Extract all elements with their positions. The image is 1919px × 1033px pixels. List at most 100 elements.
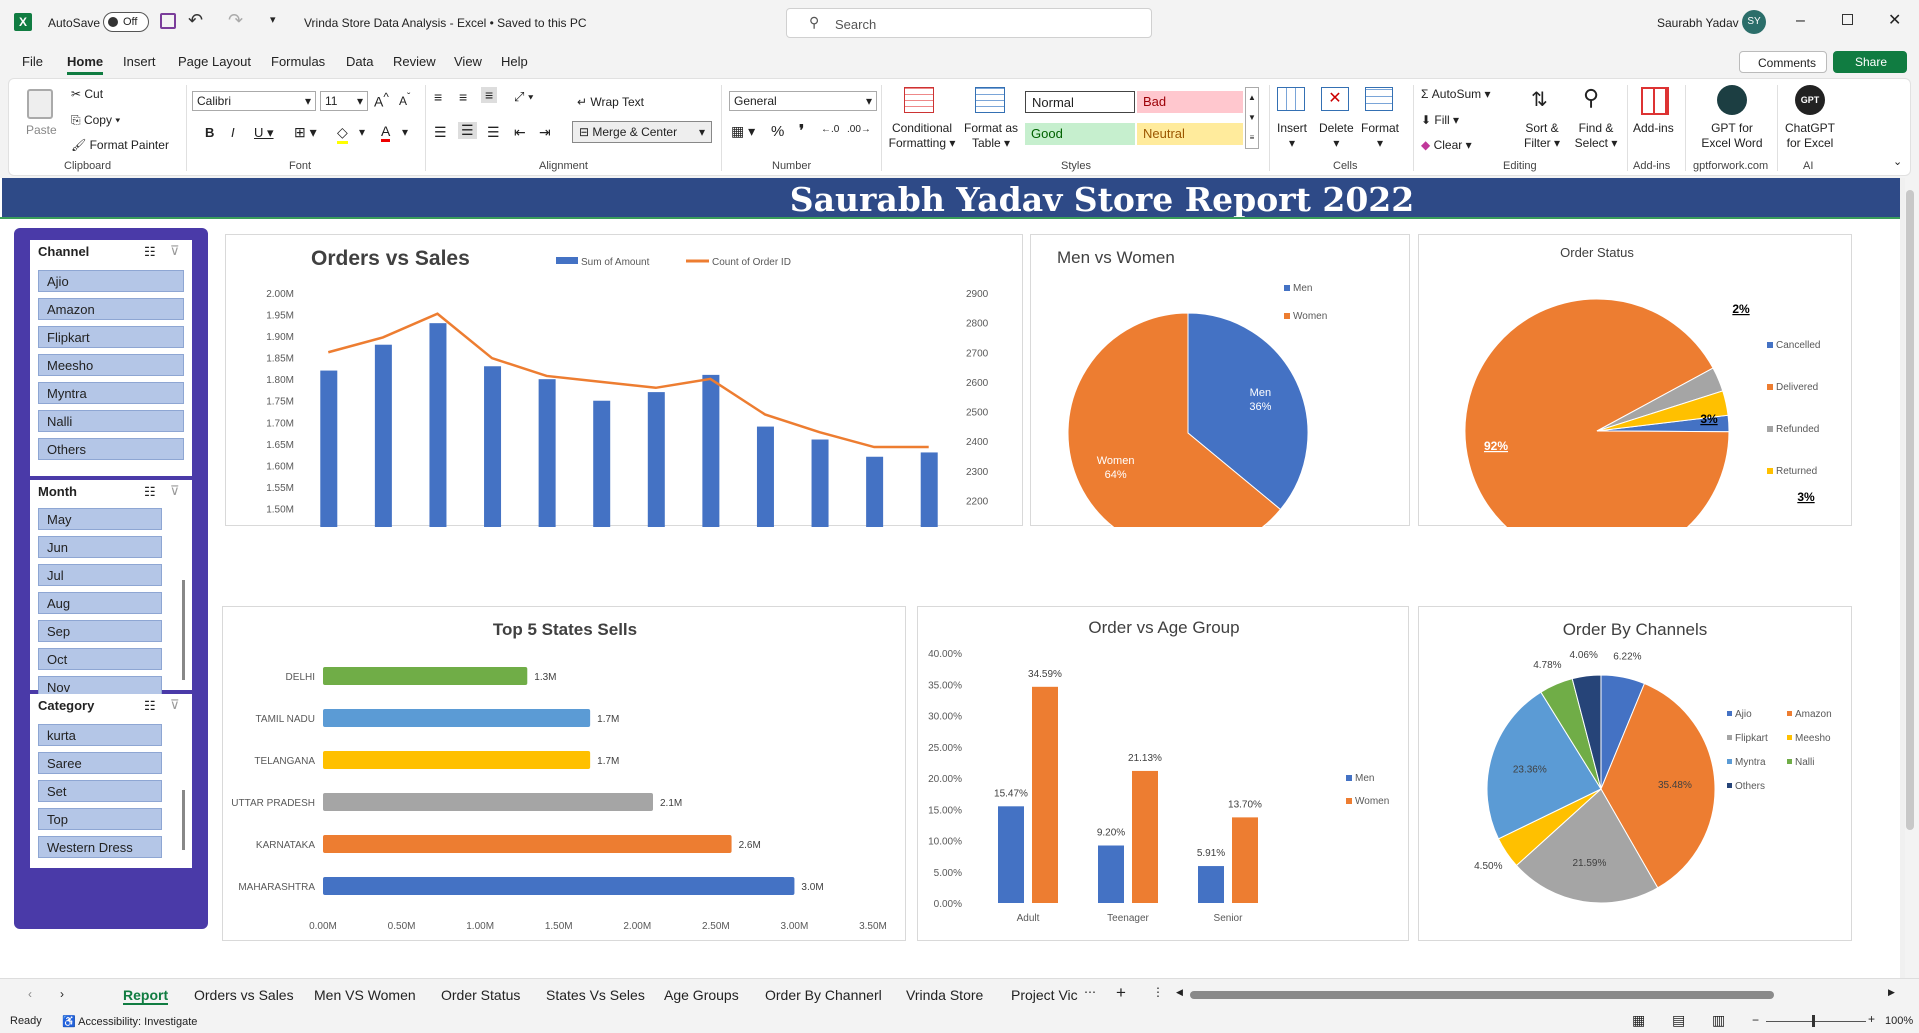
- increase-indent-icon[interactable]: ⇥: [539, 124, 551, 141]
- align-top-icon[interactable]: ≡: [434, 89, 442, 105]
- slicer-category-scrollbar[interactable]: [182, 790, 185, 850]
- sheet-tab-states-vs-seles[interactable]: States Vs Seles: [546, 987, 645, 1003]
- chart-order-status[interactable]: Order Status 2% 92% 3% 3% Cancelled Delivered R…: [1418, 234, 1852, 564]
- slicer-item-nov[interactable]: Nov: [38, 676, 162, 696]
- more-sheets-icon[interactable]: ⋯: [1084, 985, 1096, 999]
- redo-icon[interactable]: ↷: [228, 10, 243, 31]
- avatar[interactable]: SY: [1742, 10, 1766, 34]
- hscroll-right-icon[interactable]: ▶: [1888, 987, 1895, 998]
- slicer-item-nalli[interactable]: Nalli: [38, 410, 184, 432]
- currency-icon[interactable]: ▦ ▾: [731, 123, 755, 140]
- slicer-item-flipkart[interactable]: Flipkart: [38, 326, 184, 348]
- prev-sheet-icon[interactable]: ‹: [28, 987, 32, 1001]
- tab-review[interactable]: Review: [393, 54, 436, 69]
- close-icon[interactable]: ✕: [1888, 10, 1901, 30]
- format-painter-button[interactable]: 🖌 Format Painter: [71, 138, 169, 152]
- slicer-item-jul[interactable]: Jul: [38, 564, 162, 586]
- slicer-item-may[interactable]: May: [38, 508, 162, 530]
- slicer-item-oct[interactable]: Oct: [38, 648, 162, 670]
- zoom-level[interactable]: 100%: [1885, 1015, 1913, 1027]
- format-as-table-icon[interactable]: [975, 87, 1005, 113]
- sheet-tab-vrinda-store[interactable]: Vrinda Store: [906, 987, 983, 1003]
- normal-view-icon[interactable]: ▦: [1632, 1012, 1645, 1029]
- align-left-icon[interactable]: ☰: [434, 124, 447, 141]
- conditional-formatting-button[interactable]: Conditional Formatting ▾: [887, 121, 957, 151]
- sheet-tab-report[interactable]: Report: [123, 987, 169, 1005]
- insert-cells-icon[interactable]: [1277, 87, 1305, 111]
- slicer-item-western-dress[interactable]: Western Dress: [38, 836, 162, 858]
- decrease-font-icon[interactable]: Aˇ: [399, 92, 410, 108]
- sheet-tab-order-status[interactable]: Order Status: [441, 987, 520, 1003]
- tab-view[interactable]: View: [454, 54, 482, 69]
- format-as-table-button[interactable]: Format as Table ▾: [961, 121, 1021, 151]
- sheet-tab-project-vic[interactable]: Project Vic: [1011, 987, 1078, 1003]
- slicer-item-sep[interactable]: Sep: [38, 620, 162, 642]
- align-middle-icon[interactable]: ≡: [459, 89, 467, 105]
- slicer-item-set[interactable]: Set: [38, 780, 162, 802]
- sort-filter-icon[interactable]: ⇅: [1531, 87, 1548, 112]
- underline-icon[interactable]: U ▾: [254, 125, 274, 141]
- restore-icon[interactable]: [1842, 14, 1853, 25]
- align-bottom-icon[interactable]: ≡: [481, 87, 498, 103]
- chatgpt-button[interactable]: ChatGPT for Excel: [1781, 121, 1839, 151]
- delete-cells-button[interactable]: Delete ▾: [1319, 121, 1354, 151]
- fill-button[interactable]: ⬇ Fill ▾: [1421, 113, 1459, 127]
- chatgpt-icon[interactable]: GPT: [1795, 85, 1825, 115]
- customize-qat-icon[interactable]: ▾: [270, 13, 276, 26]
- hscroll-thumb[interactable]: [1190, 991, 1774, 999]
- paste-button[interactable]: Paste: [26, 123, 57, 137]
- tab-home[interactable]: Home: [67, 54, 104, 75]
- merge-center-button[interactable]: ⊟ Merge & Center ▾: [572, 121, 712, 143]
- page-break-view-icon[interactable]: ▥: [1712, 1012, 1725, 1029]
- sheet-options-icon[interactable]: ⋮: [1152, 985, 1164, 999]
- orientation-icon[interactable]: ⤢ ▾: [514, 89, 533, 105]
- decrease-decimal-icon[interactable]: .00→: [847, 124, 871, 135]
- font-size-select[interactable]: 11 ▾: [320, 91, 368, 111]
- multi-select-icon[interactable]: ☷: [144, 698, 156, 714]
- slicer-item-aug[interactable]: Aug: [38, 592, 162, 614]
- chart-top-states[interactable]: Top 5 States Sells DELHI 1.3M TAMIL NADU 1.7…: [222, 606, 906, 941]
- paste-icon[interactable]: [27, 89, 53, 119]
- find-select-button[interactable]: Find & Select ▾: [1573, 121, 1619, 151]
- next-sheet-icon[interactable]: ›: [60, 987, 64, 1001]
- search-box[interactable]: ⚲ Search: [786, 8, 1152, 38]
- comments-button[interactable]: Comments: [1739, 51, 1827, 73]
- sheet-tab-men-vs-women[interactable]: Men VS Women: [314, 987, 416, 1003]
- share-button[interactable]: Share: [1833, 51, 1907, 73]
- font-name-select[interactable]: Calibri ▾: [192, 91, 316, 111]
- number-format-select[interactable]: General ▾: [729, 91, 877, 111]
- sheet-tab-order-by-channerl[interactable]: Order By Channerl: [765, 987, 882, 1003]
- vscroll-thumb[interactable]: [1906, 190, 1914, 830]
- borders-icon[interactable]: ⊞ ▾: [294, 124, 317, 141]
- slicer-item-myntra[interactable]: Myntra: [38, 382, 184, 404]
- user-name[interactable]: Saurabh Yadav: [1657, 16, 1739, 30]
- sheet-tab-age-groups[interactable]: Age Groups: [664, 987, 739, 1003]
- tab-help[interactable]: Help: [501, 54, 528, 69]
- insert-cells-button[interactable]: Insert ▾: [1277, 121, 1307, 151]
- page-layout-view-icon[interactable]: ▤: [1672, 1012, 1685, 1029]
- save-icon[interactable]: [160, 13, 176, 29]
- gpt-for-excel-button[interactable]: GPT for Excel Word: [1695, 121, 1769, 151]
- fill-color-icon[interactable]: ◇: [337, 124, 348, 144]
- minimize-icon[interactable]: –: [1796, 12, 1805, 30]
- chart-order-by-channels[interactable]: Order By Channels 6.22% 35.48% 21.59% 4.50% 2…: [1418, 606, 1852, 941]
- percent-icon[interactable]: %: [771, 123, 784, 140]
- accessibility-status[interactable]: ♿ Accessibility: Investigate: [62, 1015, 197, 1028]
- addins-button[interactable]: Add-ins: [1633, 121, 1674, 135]
- increase-font-icon[interactable]: A^: [374, 91, 389, 110]
- clear-button[interactable]: ◆ Clear ▾: [1421, 138, 1472, 152]
- tab-file[interactable]: File: [22, 54, 43, 69]
- zoom-out-icon[interactable]: −: [1752, 1013, 1759, 1027]
- addins-icon[interactable]: [1641, 87, 1669, 115]
- slicer-item-kurta[interactable]: kurta: [38, 724, 162, 746]
- slicer-item-saree[interactable]: Saree: [38, 752, 162, 774]
- align-center-icon[interactable]: ☰: [458, 122, 477, 139]
- decrease-indent-icon[interactable]: ⇤: [514, 124, 526, 141]
- worksheet[interactable]: Saurabh Yadav Store Report 2022 Channel …: [0, 178, 1905, 978]
- gpt-for-excel-icon[interactable]: [1717, 85, 1747, 115]
- autosave-toggle[interactable]: Off: [103, 12, 149, 32]
- clear-filter-icon[interactable]: ⊽: [170, 243, 180, 259]
- copy-button[interactable]: ⎘ Copy ▾: [71, 113, 120, 128]
- clear-filter-icon[interactable]: ⊽: [170, 483, 180, 499]
- style-neutral[interactable]: Neutral: [1137, 123, 1243, 145]
